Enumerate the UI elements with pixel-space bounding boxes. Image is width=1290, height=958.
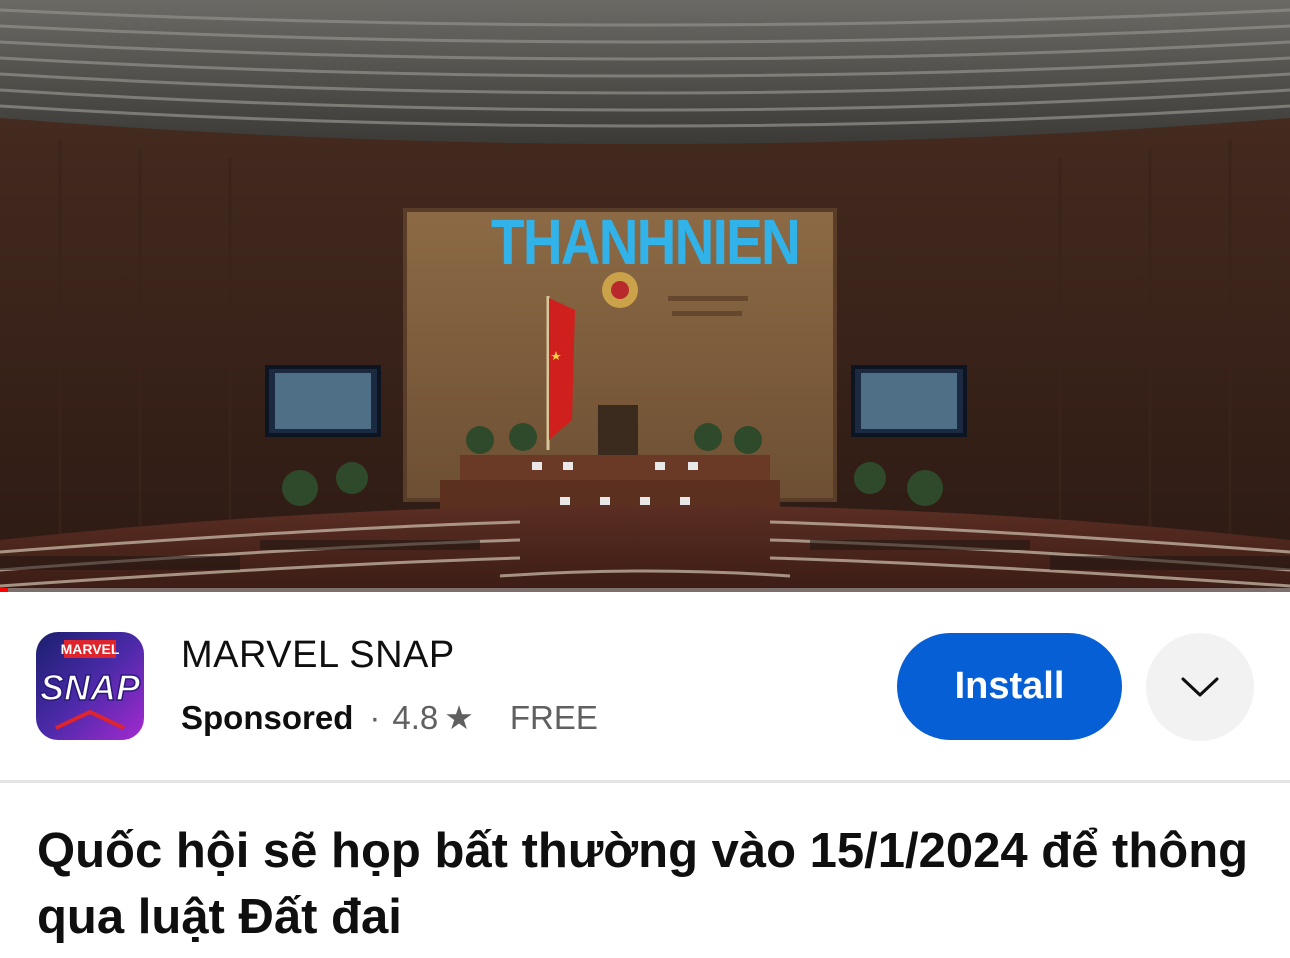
meta-separator: · [369,698,381,736]
ad-app-name[interactable]: MARVEL SNAP [181,634,455,677]
article-title[interactable]: Quốc hội sẽ họp bất thường vào 15/1/2024… [37,818,1257,950]
chevron-down-icon [1181,677,1219,697]
sponsored-label: Sponsored [181,698,354,736]
video-frame: THANHNIEN [0,0,1290,592]
install-button[interactable]: Install [897,633,1122,740]
section-divider [0,780,1290,783]
star-icon: ★ [444,699,474,736]
ad-meta-row: Sponsored · 4.8 ★ FREE [181,698,598,737]
video-player[interactable]: THANHNIEN [0,0,1290,592]
icon-brand-text: MARVEL [61,641,120,657]
ad-banner[interactable]: MARVEL SNAP MARVEL SNAP Sponsored · 4.8 … [0,592,1290,780]
app-rating: 4.8 [392,698,439,736]
app-price: FREE [509,698,598,736]
ad-more-button[interactable] [1146,633,1254,741]
icon-game-text: SNAP [40,667,141,708]
video-watermark: THANHNIEN [491,206,799,278]
marvel-snap-app-icon[interactable]: MARVEL SNAP [36,632,144,740]
